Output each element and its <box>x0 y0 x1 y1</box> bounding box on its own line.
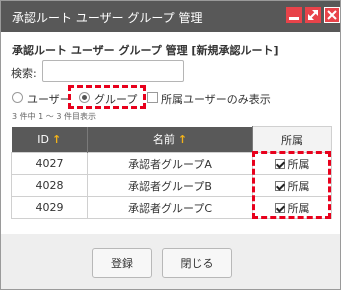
cell-id: 4027 <box>11 152 88 175</box>
page-heading: 承認ルート ユーザー グループ 管理 [新規承認ルート] <box>12 44 279 57</box>
title-bar[interactable]: 承認ルート ユーザー グループ 管理 <box>1 1 340 32</box>
membership-label: 所属 <box>287 201 310 215</box>
membership-label: 所属 <box>287 179 310 193</box>
cell-name: 承認者グループA <box>87 152 253 175</box>
own-users-only-checkbox[interactable] <box>147 92 158 103</box>
close-icon <box>327 10 337 20</box>
table-row[interactable]: 4029 承認者グループC 所属 <box>11 196 332 219</box>
register-button[interactable]: 登録 <box>92 248 152 278</box>
cell-name: 承認者グループC <box>87 196 253 219</box>
expand-icon <box>308 10 318 20</box>
cell-membership[interactable]: 所属 <box>252 152 332 175</box>
cell-id: 4029 <box>11 196 88 219</box>
membership-label: 所属 <box>287 157 310 171</box>
maximize-button[interactable] <box>305 7 321 23</box>
table-row[interactable]: 4027 承認者グループA 所属 <box>11 152 332 175</box>
cell-membership[interactable]: 所属 <box>252 196 332 219</box>
minimize-button[interactable] <box>286 7 302 23</box>
column-header-name-label: 名前 <box>152 133 175 147</box>
close-window-button[interactable] <box>324 7 340 23</box>
membership-checkbox[interactable] <box>274 202 285 213</box>
radio-group-label[interactable]: グループ <box>94 91 137 107</box>
search-input[interactable] <box>42 60 184 82</box>
radio-group[interactable] <box>79 92 90 103</box>
radio-user[interactable] <box>12 92 23 103</box>
membership-checkbox[interactable] <box>274 180 285 191</box>
column-header-membership: 所属 <box>252 126 332 153</box>
dialog-footer: 登録 閉じる <box>1 234 340 289</box>
sort-arrow-icon: ↑ <box>177 133 188 147</box>
filter-row: ユーザー グループ 所属ユーザーのみ表示 <box>1 89 340 107</box>
search-label: 検索: <box>11 67 37 80</box>
radio-user-label[interactable]: ユーザー <box>27 91 71 107</box>
window-title: 承認ルート ユーザー グループ 管理 <box>12 11 203 25</box>
table-row[interactable]: 4028 承認者グループB 所属 <box>11 174 332 197</box>
sort-arrow-icon: ↑ <box>52 132 62 146</box>
column-header-name[interactable]: 名前 ↑ <box>87 126 253 153</box>
column-header-id[interactable]: ID ↑ <box>11 126 88 153</box>
minimize-icon <box>289 17 299 20</box>
column-header-id-label: ID <box>37 132 49 146</box>
own-users-only-label[interactable]: 所属ユーザーのみ表示 <box>161 91 271 107</box>
cell-membership[interactable]: 所属 <box>252 174 332 197</box>
table-header-row: ID ↑ 名前 ↑ 所属 <box>11 126 332 153</box>
cell-name: 承認者グループB <box>87 174 253 197</box>
close-button[interactable]: 閉じる <box>162 248 232 278</box>
cell-id: 4028 <box>11 174 88 197</box>
membership-checkbox[interactable] <box>274 158 285 169</box>
record-count: 3 件中 1 ～ 3 件目表示 <box>12 112 96 121</box>
group-table: ID ↑ 名前 ↑ 所属 4027 承認者グループA 所属 4028 承認者グループ… <box>11 126 332 219</box>
dialog-window: 承認ルート ユーザー グループ 管理 承認ルート ユーザー グループ 管理 [新… <box>0 0 341 290</box>
